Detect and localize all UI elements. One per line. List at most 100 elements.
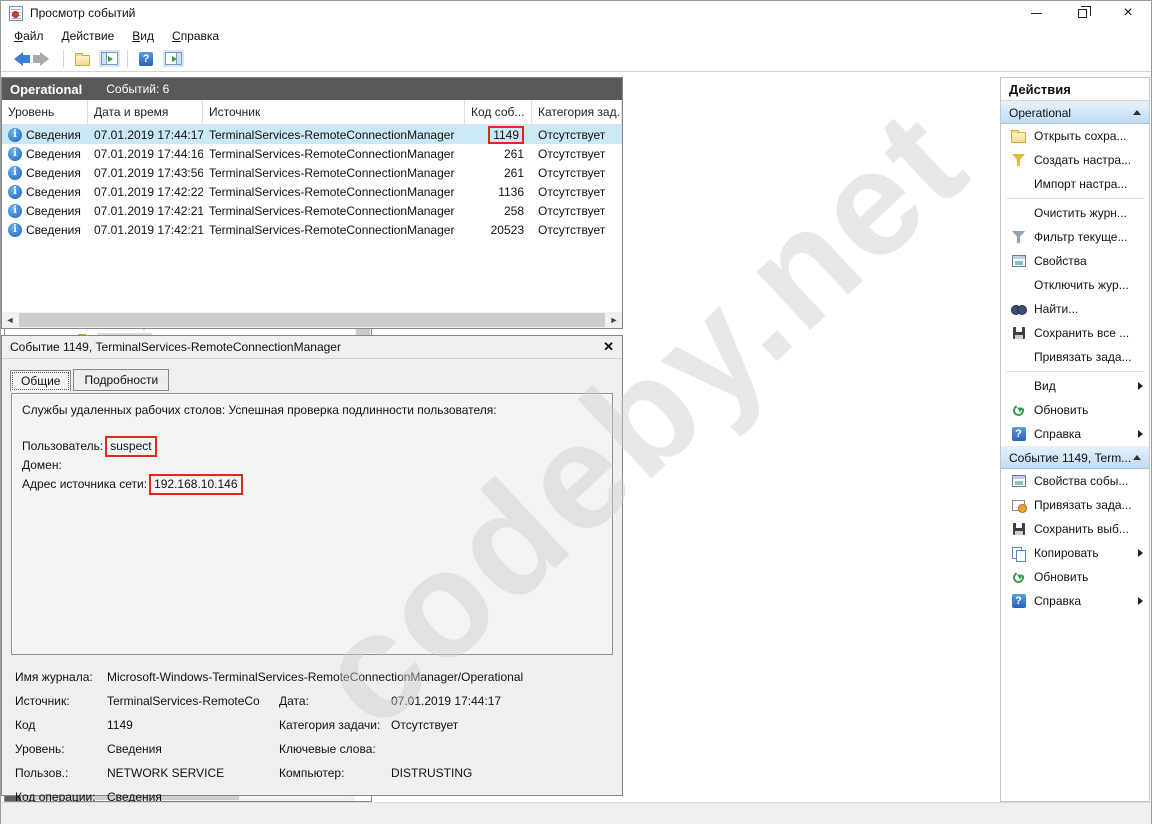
action-item[interactable]: Привязать зада... — [1001, 345, 1149, 369]
scroll-right-icon[interactable]: ► — [606, 312, 622, 328]
action-item[interactable]: Справка — [1001, 422, 1149, 446]
help-button[interactable] — [135, 48, 157, 70]
column-header-2[interactable]: Источник — [203, 100, 465, 124]
filter-icon — [1010, 231, 1027, 243]
detail-close-icon[interactable]: ✕ — [603, 339, 614, 355]
console-tree-toggle-button[interactable] — [98, 48, 120, 70]
event-level-cell: Сведения — [2, 203, 88, 218]
find-icon — [1010, 304, 1027, 315]
help-icon — [1010, 594, 1027, 608]
event-row[interactable]: Сведения 07.01.2019 17:42:21 TerminalServi… — [2, 220, 622, 239]
submenu-arrow-icon — [1138, 549, 1143, 557]
info-icon — [8, 146, 22, 161]
action-item-label: Создать настра... — [1034, 153, 1132, 167]
back-icon — [7, 51, 30, 66]
info-icon — [8, 222, 22, 237]
action-item-label: Обновить — [1034, 403, 1089, 417]
event-code-highlight: 1149 — [488, 125, 524, 144]
menu-item[interactable]: Действие — [53, 27, 124, 45]
submenu-arrow-icon — [1138, 597, 1143, 605]
action-group-title: Operational — [1009, 105, 1072, 120]
description-user-line: Пользователь: suspect — [22, 436, 602, 457]
event-datetime-cell: 07.01.2019 17:42:21 — [94, 222, 203, 237]
event-datetime-cell: 07.01.2019 17:44:17 — [94, 127, 203, 142]
list-horizontal-scrollbar[interactable]: ◄ ► — [2, 312, 622, 328]
center-area: Operational Событий: 6 Уровень Дата и вре… — [1, 71, 623, 824]
action-item[interactable]: Очистить журн... — [1001, 201, 1149, 225]
help-icon — [1011, 427, 1026, 441]
scroll-left-icon[interactable]: ◄ — [2, 312, 18, 328]
refresh-icon — [1011, 569, 1026, 585]
event-code-cell: 1136 — [498, 184, 524, 199]
action-item[interactable]: Привязать зада... — [1001, 493, 1149, 517]
collapse-icon — [1133, 455, 1141, 460]
event-row[interactable]: Сведения 07.01.2019 17:44:17 TerminalServi… — [2, 125, 622, 144]
action-group-header-1[interactable]: Событие 1149, Term... — [1001, 446, 1149, 469]
action-item-label: Обновить — [1034, 570, 1089, 584]
action-item[interactable]: Открыть сохра... — [1001, 124, 1149, 148]
action-item[interactable]: Обновить — [1001, 565, 1149, 589]
column-header-3[interactable]: Код соб... — [465, 100, 532, 124]
action-item[interactable]: Сохранить все ... — [1001, 321, 1149, 345]
action-item-label: Свойства собы... — [1034, 474, 1129, 488]
event-row[interactable]: Сведения 07.01.2019 17:42:22 TerminalServi… — [2, 182, 622, 201]
action-item-label: Привязать зада... — [1034, 350, 1132, 364]
event-category-cell: Отсутствует — [538, 165, 606, 180]
restore-button[interactable] — [1059, 1, 1105, 25]
action-item[interactable]: Свойства собы... — [1001, 469, 1149, 493]
column-header-0[interactable]: Уровень — [2, 100, 88, 124]
user-value-highlight: suspect — [105, 436, 157, 457]
action-item[interactable]: Вид — [1001, 374, 1149, 398]
action-item[interactable]: Сохранить выб... — [1001, 517, 1149, 541]
scrollbar-thumb[interactable] — [19, 313, 605, 327]
field-value: 1149 — [107, 718, 133, 732]
toolbar — [1, 46, 1151, 72]
refresh-icon — [1010, 569, 1027, 585]
open-saved-log-button[interactable] — [71, 48, 93, 70]
menu-item[interactable]: Вид — [123, 27, 163, 45]
field-label: Уровень: — [15, 742, 65, 756]
event-category-cell: Отсутствует — [538, 203, 606, 218]
description-domain-line: Домен: — [22, 458, 62, 472]
save-icon — [1010, 523, 1027, 535]
collapse-icon — [1133, 110, 1141, 115]
field-value: Сведения — [107, 742, 162, 756]
action-item[interactable]: Создать настра... — [1001, 148, 1149, 172]
tab-details[interactable]: Подробности — [73, 369, 170, 391]
action-item[interactable]: Найти... — [1001, 297, 1149, 321]
action-item[interactable]: Справка — [1001, 589, 1149, 613]
menu-bar: Файл Действие Вид Справка — [1, 25, 1151, 46]
action-item[interactable]: Фильтр текуще... — [1001, 225, 1149, 249]
action-item[interactable]: Копировать — [1001, 541, 1149, 565]
back-button[interactable] — [7, 48, 30, 70]
column-header-4[interactable]: Категория зад. — [532, 100, 622, 124]
column-header-1[interactable]: Дата и время — [88, 100, 203, 124]
minimize-button[interactable] — [1013, 1, 1059, 25]
action-item-label: Копировать — [1034, 546, 1099, 560]
properties-icon — [1010, 475, 1027, 487]
window-title: Просмотр событий — [30, 6, 136, 20]
close-button[interactable]: × — [1105, 1, 1151, 25]
log-name-title: Operational — [10, 81, 83, 97]
menu-item[interactable]: Файл — [5, 27, 53, 45]
console-tree-icon — [100, 52, 118, 65]
event-category-cell: Отсутствует — [538, 184, 606, 199]
action-item[interactable]: Импорт настра... — [1001, 172, 1149, 196]
menu-item[interactable]: Справка — [163, 27, 228, 45]
event-source-cell: TerminalServices-RemoteConnectionManager — [209, 127, 455, 142]
action-item[interactable]: Отключить жур... — [1001, 273, 1149, 297]
separator — [1006, 371, 1144, 372]
event-row[interactable]: Сведения 07.01.2019 17:42:21 TerminalServi… — [2, 201, 622, 220]
tab-general[interactable]: Общие — [10, 370, 72, 392]
action-pane-toggle-button[interactable] — [162, 48, 184, 70]
action-item[interactable]: Обновить — [1001, 398, 1149, 422]
properties-icon — [1011, 255, 1026, 267]
event-row[interactable]: Сведения 07.01.2019 17:44:16 TerminalServi… — [2, 144, 622, 163]
action-item[interactable]: Свойства — [1001, 249, 1149, 273]
close-icon: × — [1123, 4, 1133, 21]
action-group-header-0[interactable]: Operational — [1001, 101, 1149, 124]
event-category-cell: Отсутствует — [538, 127, 606, 142]
event-row[interactable]: Сведения 07.01.2019 17:43:56 TerminalServi… — [2, 163, 622, 182]
forward-button[interactable] — [33, 48, 56, 70]
description-address-line: Адрес источника сети: 192.168.10.146 — [22, 474, 602, 495]
